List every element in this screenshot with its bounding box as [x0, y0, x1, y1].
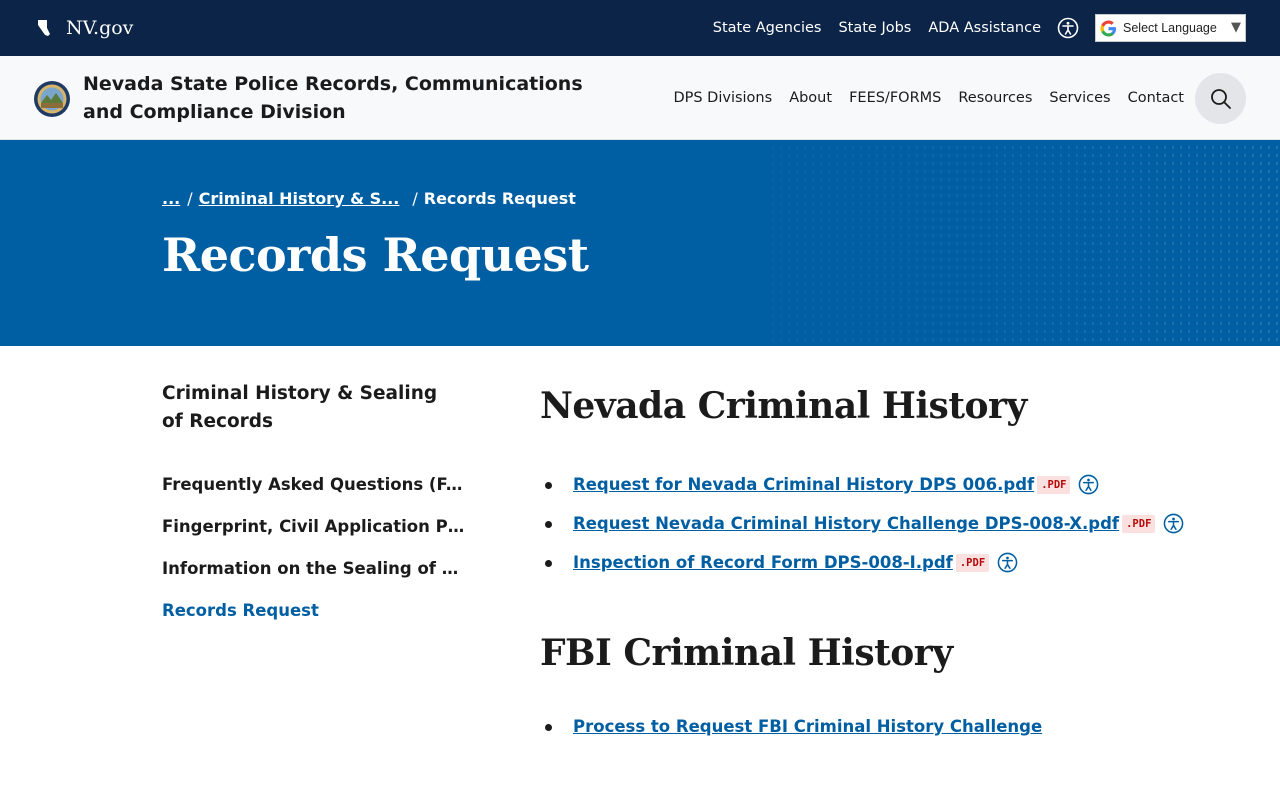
page-title: Records Request [162, 228, 589, 282]
main-nav: DPS Divisions About FEES/FORMS Resources… [673, 56, 1184, 140]
sidebar-item: Fingerprint, Civil Application Programs [162, 505, 482, 547]
language-select-label: Select Language [1123, 21, 1217, 35]
sidebar-item: Information on the Sealing of Nevada Rec… [162, 547, 482, 589]
breadcrumb-separator: / [187, 189, 193, 208]
sidebar: Criminal History & Sealing of Records Fr… [162, 380, 482, 631]
search-button[interactable] [1195, 73, 1246, 124]
section-heading: FBI Criminal History [540, 632, 953, 674]
pdf-badge: .PDF [1037, 475, 1071, 494]
site-title[interactable]: Nevada State Police Records, Communicati… [83, 70, 583, 126]
nevada-state-icon [38, 20, 50, 36]
document-link[interactable]: Request for Nevada Criminal History DPS … [573, 475, 1034, 494]
breadcrumb-ellipsis[interactable]: ... [162, 189, 180, 208]
accessibility-icon[interactable] [997, 552, 1018, 573]
nav-fees-forms[interactable]: FEES/FORMS [849, 90, 941, 106]
site-header: Nevada State Police Records, Communicati… [0, 56, 1280, 140]
sidebar-title[interactable]: Criminal History & Sealing of Records [162, 380, 462, 436]
brand-text: NV.gov [66, 17, 134, 39]
hero-banner: ... / Criminal History & S... / Records … [0, 140, 1280, 346]
language-select[interactable]: Select Language ▼ [1095, 14, 1246, 42]
sidebar-item: Frequently Asked Questions (FAQs) [162, 463, 482, 505]
sidebar-item-faqs[interactable]: Frequently Asked Questions (FAQs) [162, 475, 472, 494]
sidebar-item-records-request[interactable]: Records Request [162, 601, 319, 620]
state-seal-icon[interactable] [33, 80, 71, 118]
document-link[interactable]: Inspection of Record Form DPS-008-I.pdf [573, 553, 953, 572]
chevron-down-icon: ▼ [1231, 20, 1241, 35]
pdf-badge: .PDF [1122, 514, 1156, 533]
google-icon [1100, 19, 1117, 37]
nav-contact[interactable]: Contact [1128, 90, 1184, 106]
sidebar-item-sealing[interactable]: Information on the Sealing of Nevada Rec… [162, 559, 472, 578]
top-bar: NV.gov State Agencies State Jobs ADA Ass… [0, 0, 1280, 56]
document-list: Request for Nevada Criminal History DPS … [540, 465, 1240, 582]
pdf-badge: .PDF [955, 553, 990, 572]
accessibility-icon[interactable] [1163, 513, 1184, 534]
breadcrumb-separator: / [412, 189, 418, 208]
list-item: Request for Nevada Criminal History DPS … [540, 465, 1240, 504]
accessibility-icon[interactable] [1057, 17, 1079, 39]
main-content: Nevada Criminal History Request for Neva… [540, 380, 1240, 746]
list-item: Process to Request FBI Criminal History … [540, 707, 1240, 746]
list-item: Inspection of Record Form DPS-008-I.pdf … [540, 543, 1240, 582]
list-item: Request Nevada Criminal History Challeng… [540, 504, 1240, 543]
decorative-dot-pattern [820, 146, 1278, 341]
top-links: State Agencies State Jobs ADA Assistance [713, 0, 1041, 56]
document-link[interactable]: Process to Request FBI Criminal History … [573, 717, 1042, 736]
accessibility-icon[interactable] [1078, 474, 1099, 495]
breadcrumb-current: Records Request [423, 189, 576, 208]
nav-dps-divisions[interactable]: DPS Divisions [673, 90, 772, 106]
nav-services[interactable]: Services [1049, 90, 1110, 106]
section-heading: Nevada Criminal History [540, 385, 1027, 427]
sidebar-list: Frequently Asked Questions (FAQs) Finger… [162, 463, 482, 631]
breadcrumb: ... / Criminal History & S... / Records … [162, 189, 576, 208]
sidebar-item: Records Request [162, 589, 482, 631]
ada-assistance-link[interactable]: ADA Assistance [928, 20, 1041, 36]
state-agencies-link[interactable]: State Agencies [713, 20, 822, 36]
nv-gov-link[interactable]: NV.gov [36, 0, 133, 56]
sidebar-item-fingerprint[interactable]: Fingerprint, Civil Application Programs [162, 517, 472, 536]
nav-about[interactable]: About [789, 90, 832, 106]
breadcrumb-criminal-history[interactable]: Criminal History & S... [199, 189, 400, 208]
fbi-criminal-history-section: FBI Criminal History Process to Request … [540, 627, 1240, 746]
search-icon [1210, 88, 1231, 109]
document-link[interactable]: Request Nevada Criminal History Challeng… [573, 514, 1119, 533]
state-jobs-link[interactable]: State Jobs [838, 20, 911, 36]
document-list: Process to Request FBI Criminal History … [540, 707, 1240, 746]
nav-resources[interactable]: Resources [958, 90, 1032, 106]
nevada-criminal-history-section: Nevada Criminal History Request for Neva… [540, 380, 1240, 582]
